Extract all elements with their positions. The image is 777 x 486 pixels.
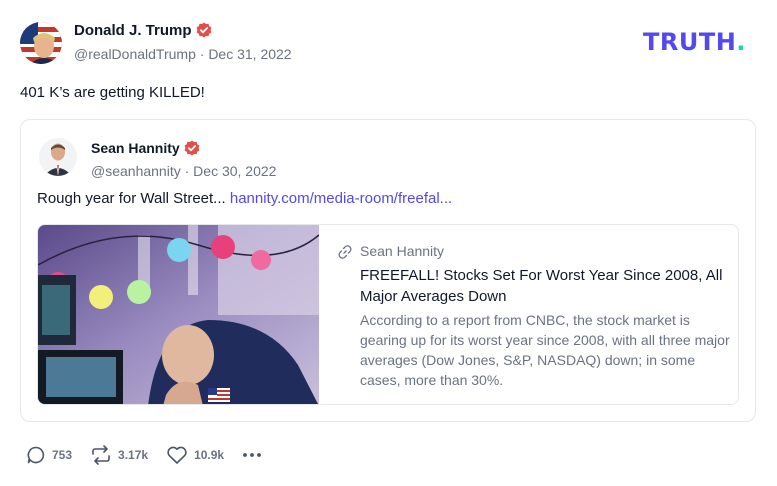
verified-badge-icon <box>184 140 200 156</box>
truth-logo: TRUTH. <box>643 28 746 56</box>
retruth-count: 3.17k <box>118 448 149 462</box>
card-body: Sean Hannity FREEFALL! Stocks Set For Wo… <box>338 225 730 404</box>
card-description: According to a report from CNBC, the sto… <box>360 312 730 388</box>
reply-count: 753 <box>52 448 73 462</box>
quoted-post[interactable]: Sean Hannity @seanhannity · Dec 30, 2022… <box>20 119 756 422</box>
card-title[interactable]: FREEFALL! Stocks Set For Worst Year Sinc… <box>360 265 730 307</box>
like-button[interactable]: 10.9k <box>166 445 224 465</box>
truth-post: Donald J. Trump @realDonaldTrump · Dec 3… <box>0 0 777 486</box>
quote-author-name[interactable]: Sean Hannity <box>91 140 200 156</box>
verified-badge-icon <box>196 22 212 38</box>
retruth-button[interactable]: 3.17k <box>90 445 148 465</box>
author-name[interactable]: Donald J. Trump <box>74 22 212 39</box>
author-avatar[interactable] <box>20 22 62 64</box>
retruth-icon <box>92 445 110 465</box>
logo-text: TRUTH <box>643 28 737 56</box>
reply-button[interactable]: 753 <box>26 445 72 465</box>
more-options-button[interactable] <box>242 445 262 465</box>
quote-body: Rough year for Wall Street... <box>37 190 226 207</box>
quote-link[interactable]: hannity.com/media-room/freefal... <box>230 190 452 207</box>
like-count: 10.9k <box>194 448 225 462</box>
quote-author-handle[interactable]: @seanhannity <box>91 163 181 179</box>
more-options-icon <box>243 453 261 457</box>
action-bar: 753 3.17k 10.9k <box>26 444 280 466</box>
quote-date[interactable]: Dec 30, 2022 <box>193 163 276 179</box>
quote-text: Rough year for Wall Street... hannity.co… <box>37 190 452 207</box>
logo-dot: . <box>736 28 746 56</box>
link-preview-card[interactable]: Sean Hannity FREEFALL! Stocks Set For Wo… <box>37 224 739 405</box>
link-icon <box>338 245 352 259</box>
heart-icon <box>167 446 187 464</box>
quote-author-meta: @seanhannity · Dec 30, 2022 <box>91 163 276 179</box>
quote-author-avatar[interactable] <box>39 138 77 176</box>
card-image <box>38 225 320 404</box>
author-handle[interactable]: @realDonaldTrump <box>74 46 196 62</box>
author-meta: @realDonaldTrump · Dec 31, 2022 <box>74 46 292 62</box>
post-date[interactable]: Dec 31, 2022 <box>208 46 291 62</box>
reply-icon <box>27 446 45 464</box>
card-source-name: Sean Hannity <box>360 243 445 259</box>
meta-separator: · <box>184 163 194 179</box>
card-source: Sean Hannity <box>338 243 444 259</box>
post-text: 401 K’s are getting KILLED! <box>20 84 205 101</box>
